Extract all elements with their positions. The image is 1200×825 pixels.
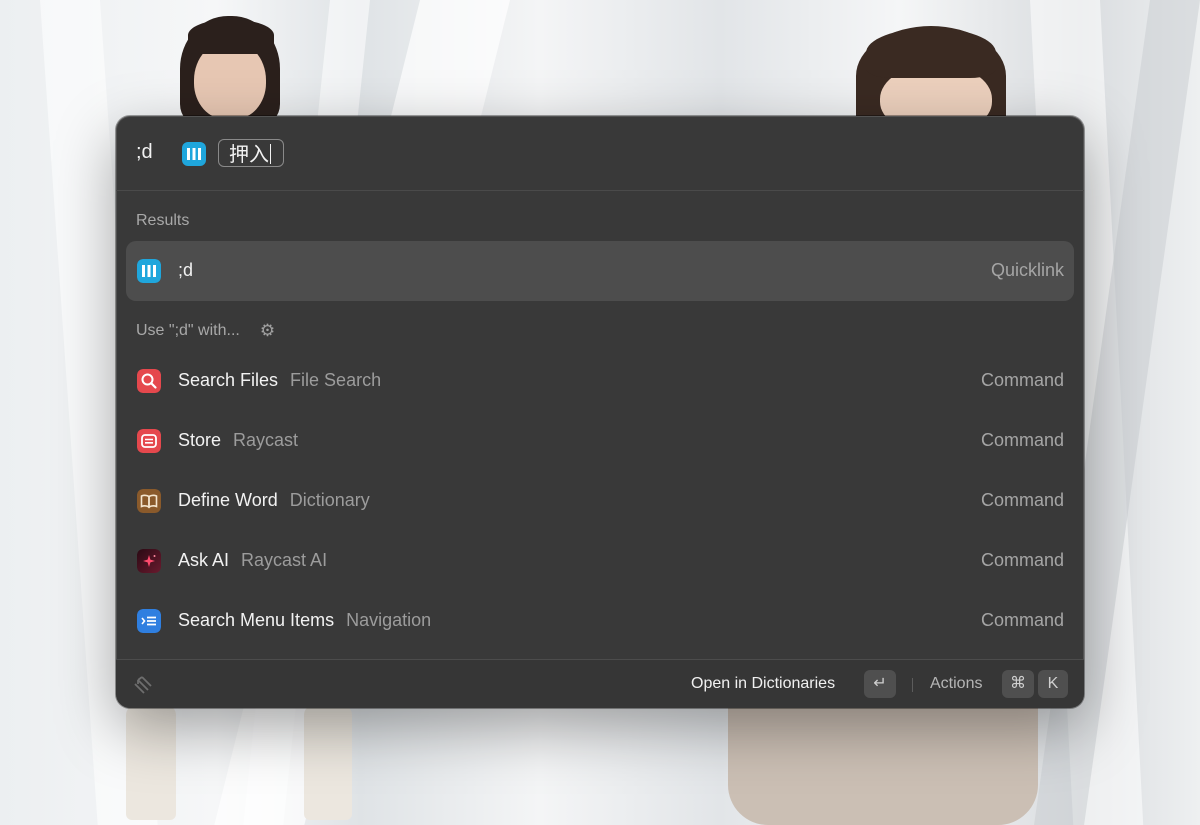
background-boot [304, 705, 352, 820]
text-caret [270, 144, 271, 164]
result-title: ;d [178, 260, 194, 280]
command-title: Store Raycast [178, 430, 298, 451]
footer-divider [912, 678, 913, 692]
quicklink-icon [137, 259, 161, 283]
search-files-icon [137, 369, 161, 393]
command-row-store[interactable]: Store Raycast Command [126, 411, 1074, 471]
command-name: Define Word [178, 490, 278, 510]
background-person-bangs [866, 28, 996, 78]
menu-items-icon [137, 609, 161, 633]
section-header-use-with: Use ";d" with... ⚙ [136, 321, 275, 341]
argument-input[interactable]: 押入 [218, 139, 284, 167]
launcher-window: ;d 押入 Results ;d Quicklink Use ";d" with… [116, 116, 1084, 708]
command-name: Store [178, 430, 222, 450]
command-extension: Raycast [233, 430, 299, 450]
command-row-search-files[interactable]: Search Files File Search Command [126, 351, 1074, 411]
return-key-hint: ↵ [864, 670, 896, 698]
dictionary-icon [137, 489, 161, 513]
gear-icon[interactable]: ⚙ [260, 321, 275, 341]
result-type: Quicklink [990, 260, 1064, 280]
command-extension: File Search [290, 370, 382, 390]
command-name: Search Menu Items [178, 610, 335, 630]
command-title: Ask AI Raycast AI [178, 550, 327, 571]
command-row-ask-ai[interactable]: Ask AI Raycast AI Command [126, 531, 1074, 591]
search-bar[interactable]: ;d 押入 [116, 116, 1084, 191]
primary-action-label[interactable]: Open in Dictionaries [691, 675, 835, 693]
command-extension: Raycast AI [241, 550, 328, 570]
command-name: Ask AI [178, 550, 230, 570]
store-icon [137, 429, 161, 453]
command-key-hint: ⌘ [1002, 670, 1034, 698]
result-row-quicklink[interactable]: ;d Quicklink [126, 241, 1074, 301]
command-type: Command [980, 550, 1064, 570]
command-row-define-word[interactable]: Define Word Dictionary Command [126, 471, 1074, 531]
command-name: Search Files [178, 370, 279, 390]
section-title: Use ";d" with... [136, 322, 240, 339]
background-sweater [728, 705, 1038, 825]
command-extension: Navigation [346, 610, 432, 630]
background-person-bangs [188, 20, 274, 54]
command-type: Command [980, 490, 1064, 510]
command-title: Search Files File Search [178, 370, 381, 391]
quicklink-keyword[interactable]: ;d [136, 141, 153, 164]
actions-button[interactable]: Actions [930, 675, 982, 693]
section-header-results: Results [136, 212, 190, 229]
background-boot [126, 705, 176, 820]
command-title: Search Menu Items Navigation [178, 610, 431, 631]
ai-sparkle-icon [137, 549, 161, 573]
action-bar: Open in Dictionaries ↵ Actions ⌘ K [116, 659, 1084, 708]
command-type: Command [980, 430, 1064, 450]
quicklink-icon [182, 142, 206, 166]
command-title: Define Word Dictionary [178, 490, 370, 511]
k-key-hint: K [1038, 670, 1068, 698]
command-row-search-menu-items[interactable]: Search Menu Items Navigation Command [126, 591, 1074, 651]
argument-value: 押入 [229, 142, 269, 166]
command-type: Command [980, 610, 1064, 630]
command-extension: Dictionary [289, 490, 370, 510]
command-type: Command [980, 370, 1064, 390]
raycast-logo-icon[interactable] [132, 674, 154, 696]
